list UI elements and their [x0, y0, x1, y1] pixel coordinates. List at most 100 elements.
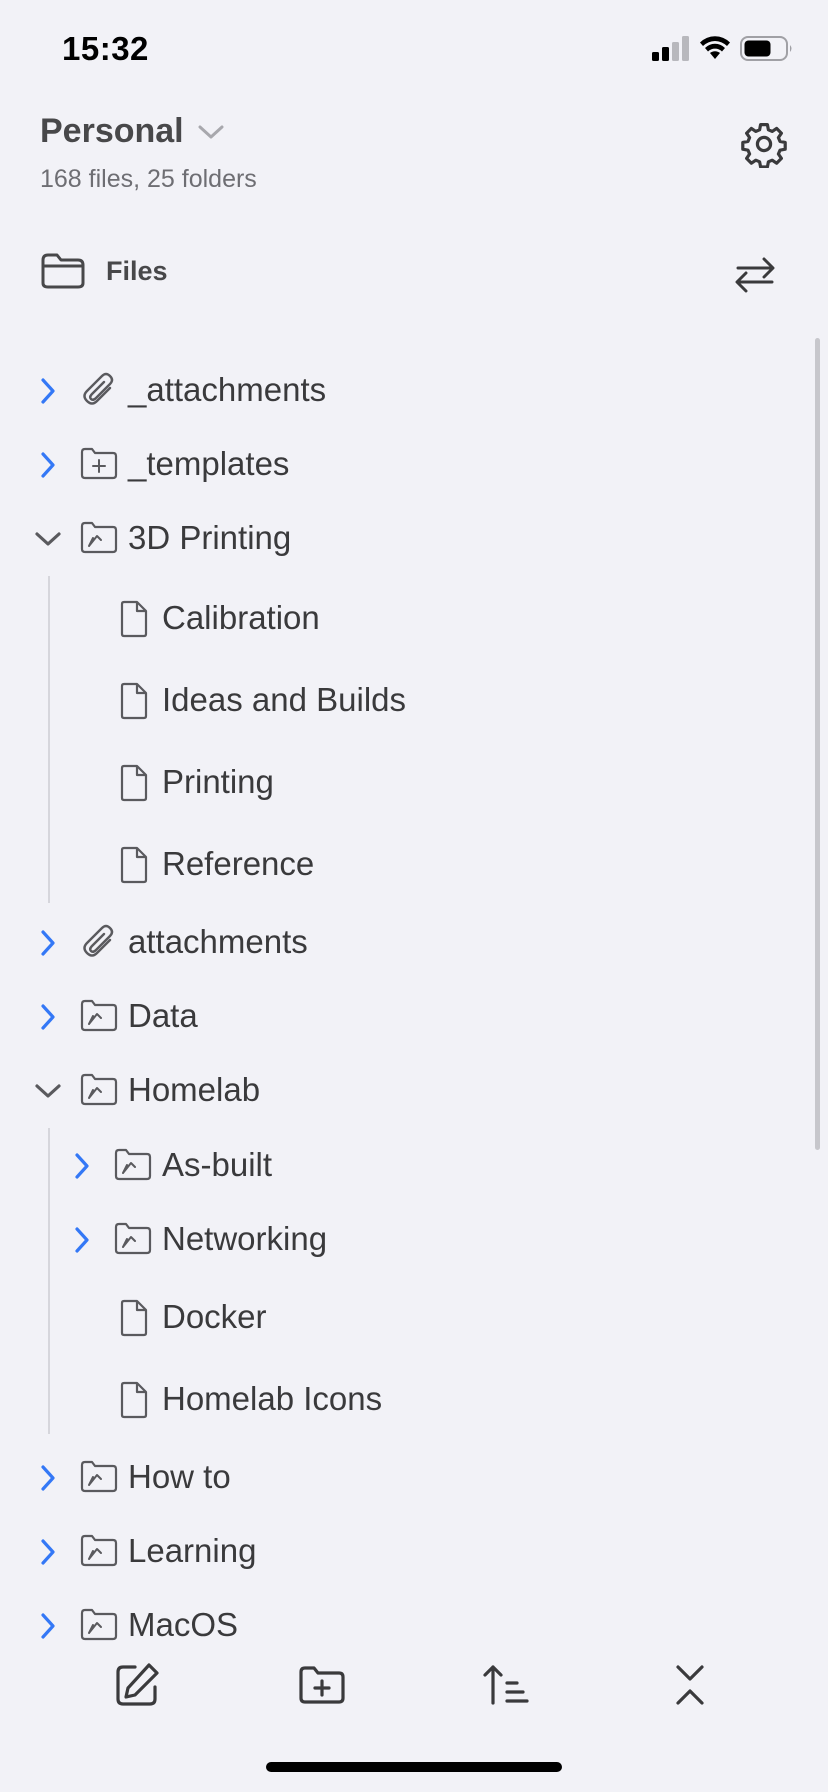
tree-item-label: _templates	[128, 445, 290, 482]
tree-item-icon	[118, 600, 156, 638]
tree-item-label: As-built	[162, 1146, 273, 1183]
paperclip-icon	[83, 924, 114, 957]
tree-item-icon	[114, 1221, 152, 1259]
sort-button[interactable]	[476, 1660, 536, 1710]
tree-item-icon	[80, 1072, 118, 1110]
files-section-header: Files	[40, 252, 168, 290]
chevron-right-icon	[41, 930, 55, 956]
tree-item-label: Docker	[162, 1298, 267, 1335]
expand-toggle[interactable]	[33, 1002, 63, 1032]
tree-item-icon	[80, 372, 118, 410]
chevron-down-icon	[35, 532, 61, 546]
files-label: Files	[106, 255, 168, 286]
tree-folder-item[interactable]: _templates	[0, 435, 800, 495]
status-time: 15:32	[62, 30, 149, 67]
tree-item-icon	[80, 998, 118, 1036]
expand-toggle[interactable]	[67, 1225, 97, 1255]
tree-item-label: How to	[128, 1458, 231, 1495]
chevron-right-icon	[75, 1153, 89, 1179]
swap-arrows-icon[interactable]	[732, 252, 778, 298]
folder-icon	[80, 1073, 118, 1106]
tree-item-icon	[114, 1147, 152, 1185]
document-icon	[120, 682, 148, 720]
chevron-right-icon	[41, 1465, 55, 1491]
folder-icon	[80, 1534, 118, 1567]
tree-item-icon	[118, 764, 156, 802]
document-icon	[120, 1299, 148, 1337]
folder-icon	[80, 521, 118, 554]
tree-item-icon	[118, 682, 156, 720]
tree-folder-item[interactable]: Learning	[0, 1522, 800, 1582]
indent-guide	[48, 576, 50, 903]
chevron-down-icon	[35, 1084, 61, 1098]
expand-toggle[interactable]	[33, 928, 63, 958]
sort-icon	[483, 1665, 529, 1705]
folder-icon	[80, 1608, 118, 1641]
tree-item-label: Calibration	[162, 599, 320, 636]
tree-folder-item[interactable]: Data	[0, 987, 800, 1047]
tree-file-item[interactable]: Ideas and Builds	[0, 671, 800, 731]
tree-file-item[interactable]: Printing	[0, 753, 800, 813]
expand-toggle[interactable]	[33, 450, 63, 480]
vault-name: Personal	[40, 112, 184, 150]
expand-toggle[interactable]	[67, 1151, 97, 1181]
document-icon	[120, 1381, 148, 1419]
collapse-all-icon	[676, 1665, 704, 1705]
tree-folder-item[interactable]: 3D Printing	[0, 509, 800, 569]
tree-folder-item[interactable]: Homelab	[0, 1061, 800, 1121]
paperclip-icon	[83, 372, 114, 405]
chevron-down-icon	[198, 125, 224, 138]
tree-folder-item[interactable]: attachments	[0, 913, 800, 973]
tree-item-icon	[80, 1533, 118, 1571]
new-folder-button[interactable]	[292, 1660, 352, 1710]
chevron-right-icon	[41, 452, 55, 478]
tree-folder-item[interactable]: Networking	[0, 1210, 800, 1270]
collapse-toggle[interactable]	[33, 524, 63, 554]
collapse-toggle[interactable]	[33, 1076, 63, 1106]
chevron-right-icon	[41, 1004, 55, 1030]
document-icon	[120, 600, 148, 638]
tree-item-icon	[80, 520, 118, 558]
tree-folder-item[interactable]: How to	[0, 1448, 800, 1508]
tree-item-label: 3D Printing	[128, 519, 292, 556]
template-folder-icon	[80, 447, 118, 480]
cellular-signal-icon	[652, 36, 689, 61]
expand-toggle[interactable]	[33, 1611, 63, 1641]
tree-item-label: attachments	[128, 923, 308, 960]
home-indicator	[266, 1762, 562, 1772]
tree-folder-item[interactable]: _attachments	[0, 361, 800, 421]
collapse-all-button[interactable]	[660, 1660, 720, 1710]
tree-item-icon	[80, 1607, 118, 1645]
chevron-right-icon	[41, 378, 55, 404]
new-note-button[interactable]	[107, 1660, 167, 1710]
folder-icon	[80, 1460, 118, 1493]
tree-item-label: Ideas and Builds	[162, 681, 407, 718]
tree-folder-item[interactable]: MacOS	[0, 1596, 800, 1656]
scrollbar[interactable]	[815, 338, 820, 1150]
chevron-right-icon	[75, 1227, 89, 1253]
tree-item-icon	[118, 846, 156, 884]
expand-toggle[interactable]	[33, 1537, 63, 1567]
new-folder-icon	[299, 1666, 345, 1704]
expand-toggle[interactable]	[33, 1463, 63, 1493]
tree-file-item[interactable]: Reference	[0, 835, 800, 895]
tree-folder-item[interactable]: As-built	[0, 1136, 800, 1196]
folder-icon	[41, 253, 85, 289]
tree-item-label: Printing	[162, 763, 274, 800]
tree-item-icon	[80, 924, 118, 962]
wifi-icon	[700, 36, 730, 59]
tree-item-label: MacOS	[128, 1606, 239, 1643]
tree-file-item[interactable]: Calibration	[0, 589, 800, 649]
tree-file-item[interactable]: Docker	[0, 1288, 800, 1348]
gear-icon[interactable]	[740, 120, 788, 168]
vault-stats: 168 files, 25 folders	[40, 165, 257, 193]
tree-file-item[interactable]: Homelab Icons	[0, 1370, 800, 1430]
expand-toggle[interactable]	[33, 376, 63, 406]
tree-item-icon	[80, 1459, 118, 1497]
vault-switcher[interactable]: Personal	[40, 112, 224, 151]
tree-item-label: Homelab	[128, 1071, 261, 1108]
folder-icon	[80, 999, 118, 1032]
tree-item-label: _attachments	[128, 371, 327, 408]
tree-item-icon	[118, 1381, 156, 1419]
tree-item-icon	[80, 446, 118, 484]
